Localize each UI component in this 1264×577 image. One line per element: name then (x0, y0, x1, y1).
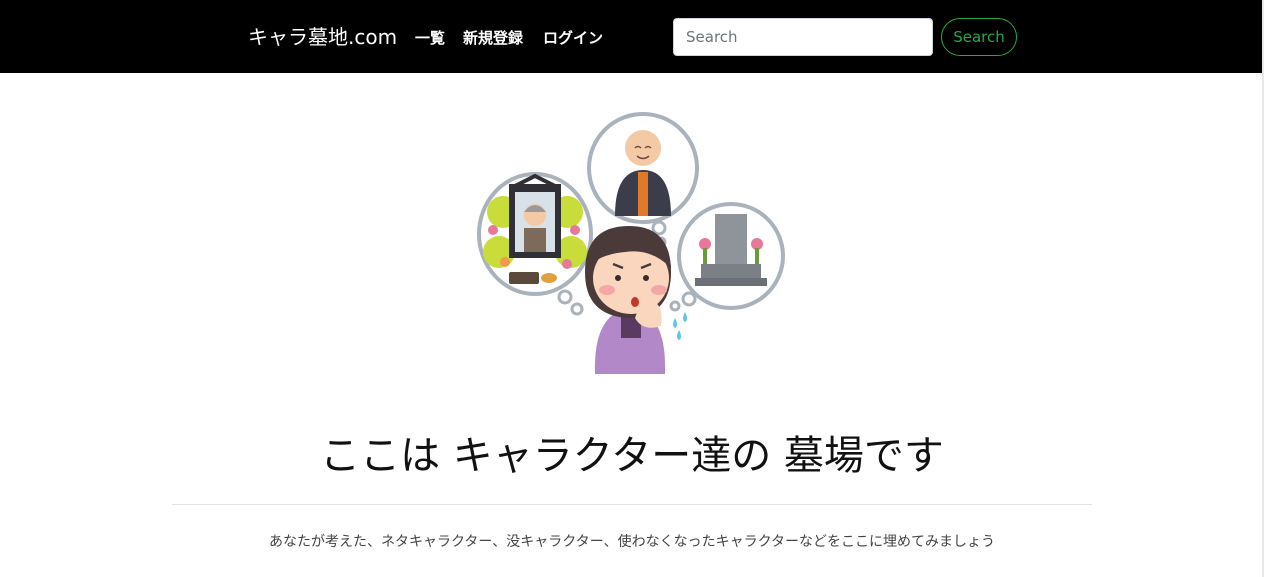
section-divider (172, 504, 1092, 505)
nav-link-login[interactable]: ログイン (543, 28, 603, 48)
nav-link-signup[interactable]: 新規登録 (463, 28, 523, 48)
monk-bubble (587, 112, 699, 224)
funeral-altar-bubble (477, 172, 593, 296)
hero-lead-text: あなたが考えた、ネタキャラクター、没キャラクター、使わなくなったキャラクターなど… (268, 534, 996, 550)
brand-logo-link[interactable]: キャラ墓地.com (248, 25, 397, 49)
worried-woman-illustration-icon (475, 112, 795, 377)
search-input[interactable] (673, 18, 933, 56)
gravestone-bubble (677, 202, 785, 310)
worried-woman (585, 226, 687, 374)
hero-title: ここは キャラクター達の 墓場です (320, 433, 944, 479)
search-button[interactable]: Search (941, 18, 1017, 56)
nav-link-list[interactable]: 一覧 (415, 28, 445, 48)
top-navbar: キャラ墓地.com 一覧 新規登録 ログイン Search (0, 0, 1264, 73)
